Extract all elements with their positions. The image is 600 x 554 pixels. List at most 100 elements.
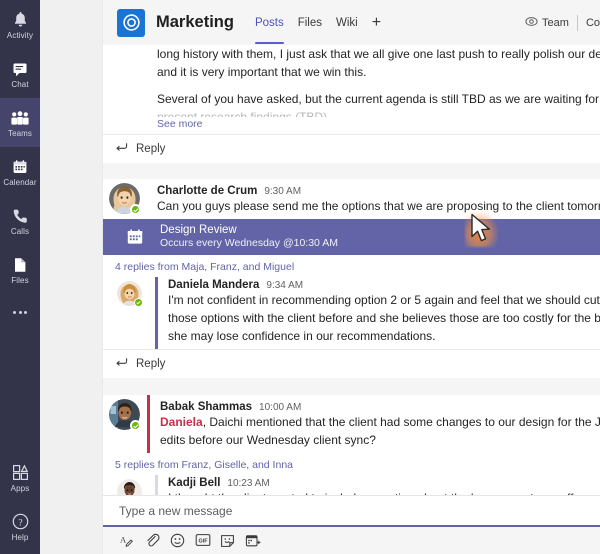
- sidebar-item-apps[interactable]: Apps: [0, 453, 40, 502]
- message-line: long history with them, I just ask that …: [157, 47, 600, 61]
- reply-arrow-icon: [115, 140, 128, 158]
- header-truncated-button[interactable]: Co: [578, 11, 600, 35]
- sidebar-item-label: Help: [11, 532, 29, 542]
- tab-files[interactable]: Files: [291, 0, 329, 45]
- composer-input-wrapper[interactable]: [103, 496, 600, 527]
- avatar-col: [103, 45, 147, 134]
- reply-label: Reply: [136, 358, 166, 370]
- message-line: Daniela, Daichi mentioned that the clien…: [160, 414, 600, 431]
- avatar-col: [117, 475, 155, 495]
- avatar[interactable]: [117, 479, 142, 495]
- marketing-team-logo: [117, 8, 145, 37]
- message-body: long history with them, I just ask that …: [147, 46, 600, 134]
- sidebar-item-label: Teams: [7, 128, 33, 138]
- message-line: those options with the client before and…: [168, 311, 600, 325]
- help-icon: ?: [12, 511, 29, 530]
- message-line: I'm not confident in recommending option…: [168, 293, 600, 307]
- calendar-icon: [12, 156, 28, 175]
- calendar-icon: [125, 228, 144, 247]
- app-rail: Activity Chat Teams Calendar Calls Files…: [0, 0, 40, 554]
- eye-icon: [525, 16, 538, 30]
- team-visibility-button[interactable]: Team: [517, 11, 577, 35]
- message-timestamp: 10:00 AM: [259, 402, 302, 413]
- avatar[interactable]: [117, 281, 143, 307]
- channel-tabs: Posts Files Wiki +: [248, 0, 388, 45]
- replies-summary-link[interactable]: 5 replies from Franz, Giselle, and Inna: [103, 453, 600, 475]
- presence-badge-available: [134, 298, 143, 307]
- user-mention[interactable]: Daniela: [160, 415, 203, 429]
- sidebar-item-label: Calls: [10, 226, 30, 236]
- svg-text:GIF: GIF: [198, 539, 208, 545]
- kadji-avatar: [117, 479, 142, 495]
- message-line: I thought the client wanted to include a…: [168, 490, 600, 495]
- meeting-recurrence: Occurs every Wednesday @10:30 AM: [160, 237, 338, 249]
- message-sender: Daniela Mandera: [168, 279, 260, 291]
- meet-now-icon[interactable]: [240, 528, 265, 553]
- message-line-clipped: present research findings (TBD): [157, 110, 328, 117]
- presence-badge-available: [130, 420, 141, 431]
- format-icon[interactable]: A: [115, 528, 140, 553]
- sidebar-item-chat[interactable]: Chat: [0, 49, 40, 98]
- message-timestamp: 9:34 AM: [266, 280, 304, 291]
- phone-icon: [12, 205, 28, 224]
- team-channel-pane: [40, 0, 103, 554]
- message-sender: Charlotte de Crum: [157, 185, 258, 197]
- reply-bar[interactable]: Reply: [103, 349, 600, 378]
- ellipsis-icon[interactable]: [0, 294, 40, 330]
- sidebar-item-label: Activity: [6, 30, 34, 40]
- sidebar-item-help[interactable]: ? Help: [0, 502, 40, 551]
- post-item: long history with them, I just ask that …: [103, 45, 600, 163]
- avatar[interactable]: [109, 399, 141, 431]
- sidebar-item-activity[interactable]: Activity: [0, 0, 40, 49]
- message-sender: Babak Shammas: [160, 401, 253, 413]
- add-tab-button[interactable]: +: [365, 0, 388, 45]
- sidebar-item-teams[interactable]: Teams: [0, 98, 40, 147]
- message-body: Babak Shammas 10:00 AM Daniela, Daichi m…: [147, 395, 600, 453]
- header-actions: Team Co: [517, 0, 600, 45]
- message-line: she may lose confidence in our recommend…: [168, 329, 436, 343]
- posts-thread[interactable]: long history with them, I just ask that …: [103, 45, 600, 495]
- attach-icon[interactable]: [140, 528, 165, 553]
- team-visibility-label: Team: [542, 16, 569, 29]
- search-input[interactable]: [119, 503, 600, 518]
- channel-header: Marketing Posts Files Wiki + Team Co: [103, 0, 600, 45]
- post-item: Babak Shammas 10:00 AM Daniela, Daichi m…: [103, 395, 600, 495]
- svg-text:A: A: [120, 534, 127, 544]
- message-composer: A GIF: [103, 495, 600, 554]
- apps-icon: [12, 462, 29, 481]
- replies-summary-link[interactable]: 4 replies from Maja, Franz, and Miguel: [103, 255, 600, 277]
- page-title: Marketing: [156, 13, 234, 31]
- sidebar-item-label: Chat: [11, 79, 29, 89]
- sidebar-item-label: Calendar: [3, 177, 37, 187]
- message-sender: Kadji Bell: [168, 477, 221, 489]
- message-text: Can you guys please send me the options …: [157, 199, 600, 213]
- sidebar-item-calls[interactable]: Calls: [0, 196, 40, 245]
- sidebar-item-calendar[interactable]: Calendar: [0, 147, 40, 196]
- message-body: Kadji Bell 10:23 AM I thought the client…: [155, 475, 600, 495]
- avatar-col: [117, 277, 155, 349]
- avatar-col: [103, 179, 147, 219]
- sidebar-item-label: Files: [11, 275, 29, 285]
- post-gap: [103, 378, 600, 395]
- emoji-icon[interactable]: [165, 528, 190, 553]
- message-timestamp: 9:30 AM: [264, 186, 302, 197]
- meeting-card[interactable]: Design Review Occurs every Wednesday @10…: [103, 219, 600, 255]
- message-line: Several of you have asked, but the curre…: [157, 92, 600, 106]
- reply-arrow-icon: [115, 355, 128, 373]
- tab-wiki[interactable]: Wiki: [329, 0, 365, 45]
- gif-icon[interactable]: GIF: [190, 528, 215, 553]
- avatar[interactable]: [109, 183, 141, 215]
- see-more-link[interactable]: See more: [157, 118, 600, 130]
- message-line: and it is very important that we win thi…: [157, 65, 367, 79]
- sidebar-item-files[interactable]: Files: [0, 245, 40, 294]
- dot: [23, 310, 27, 314]
- reply-bar[interactable]: Reply: [103, 134, 600, 163]
- chat-icon: [12, 58, 28, 77]
- message-line: edits before our Wednesday client sync?: [160, 433, 376, 447]
- composer-toolbar: A GIF: [103, 527, 600, 553]
- sticker-icon[interactable]: [215, 528, 240, 553]
- dot: [18, 310, 22, 314]
- tab-posts[interactable]: Posts: [248, 0, 291, 45]
- teams-icon: [10, 107, 30, 126]
- post-gap: [103, 163, 600, 179]
